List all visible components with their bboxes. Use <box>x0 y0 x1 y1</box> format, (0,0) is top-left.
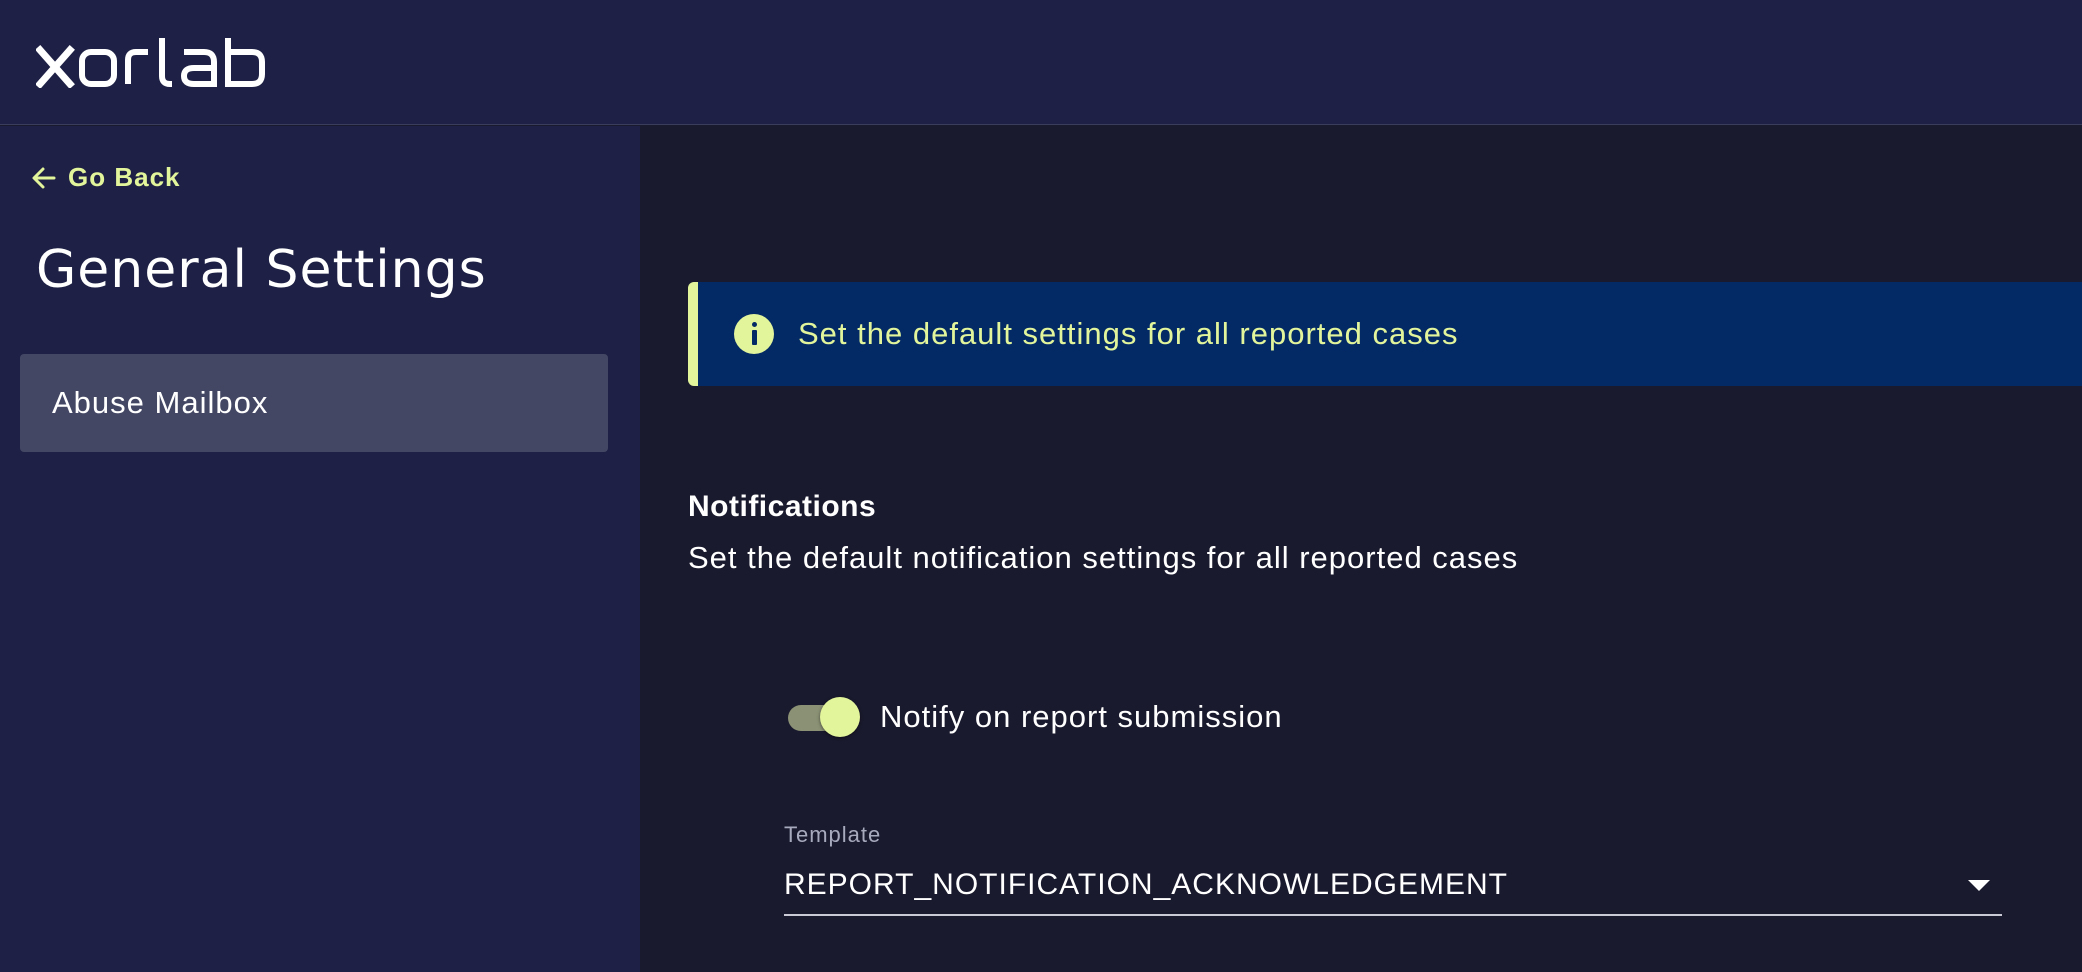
sidebar-title: General Settings <box>36 240 487 300</box>
template-select-label: Template <box>784 822 882 847</box>
caret-down-icon <box>1968 879 1990 891</box>
notifications-title: Notifications <box>688 490 877 523</box>
top-bar: xorlab <box>0 0 2082 125</box>
sidebar: Go Back General Settings Abuse Mailbox <box>0 126 640 972</box>
go-back-link[interactable]: Go Back <box>30 162 181 193</box>
template-select[interactable]: REPORT_NOTIFICATION_ACKNOWLEDGEMENT <box>784 856 2002 916</box>
info-banner-text: Set the default settings for all reporte… <box>798 316 1459 351</box>
info-banner: Set the default settings for all reporte… <box>688 282 2082 386</box>
toggle-label: Notify on report submission <box>880 699 1283 734</box>
sidebar-item-label: Abuse Mailbox <box>52 385 269 420</box>
go-back-label: Go Back <box>68 162 181 192</box>
notifications-description: Set the default notification settings fo… <box>688 540 1519 575</box>
info-icon <box>734 314 774 354</box>
toggle-thumb <box>820 697 860 737</box>
arrow-left-icon <box>32 167 56 188</box>
sidebar-item-abuse-mailbox[interactable]: Abuse Mailbox <box>20 354 608 452</box>
xorlab-logo[interactable]: xorlab <box>36 36 276 88</box>
notify-on-submission-toggle[interactable] <box>786 697 862 737</box>
template-select-value: REPORT_NOTIFICATION_ACKNOWLEDGEMENT <box>784 868 1508 901</box>
main-content: Set the default settings for all reporte… <box>640 126 2082 972</box>
notify-on-submission-toggle-row[interactable]: Notify on report submission <box>786 697 1283 737</box>
